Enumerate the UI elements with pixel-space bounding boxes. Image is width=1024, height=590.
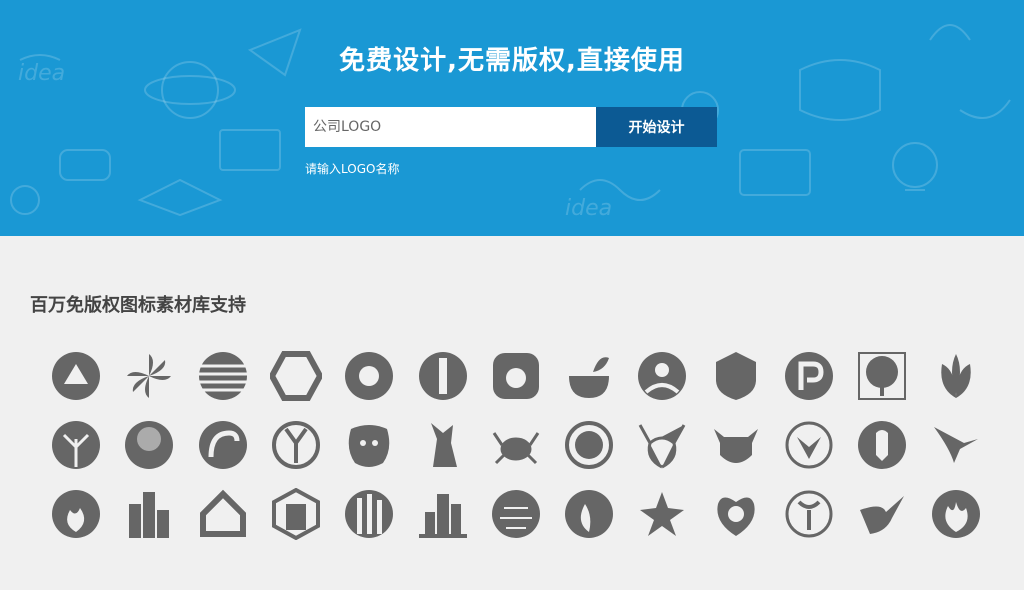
svg-text:idea: idea [565, 196, 612, 221]
lobster-circle-icon[interactable] [856, 419, 908, 471]
mortar-leaf-icon[interactable] [563, 350, 615, 402]
fork-circle-icon[interactable] [417, 350, 469, 402]
cow-head-icon[interactable] [710, 419, 762, 471]
logo-name-input[interactable] [305, 107, 596, 147]
geometric-deer-icon[interactable] [783, 419, 835, 471]
deer-circle-icon[interactable] [270, 419, 322, 471]
house-outline-icon[interactable] [197, 488, 249, 540]
eagle-icon[interactable] [930, 419, 982, 471]
striped-sphere-icon[interactable] [197, 350, 249, 402]
tree-square-icon[interactable] [856, 350, 908, 402]
crab-icon[interactable] [490, 419, 542, 471]
bird-circle-icon[interactable] [197, 419, 249, 471]
bear-box-icon[interactable] [490, 350, 542, 402]
heart-foot-icon[interactable] [710, 488, 762, 540]
lion-circle-icon[interactable] [563, 419, 615, 471]
letter-p-icon[interactable] [783, 350, 835, 402]
fox-icon[interactable] [50, 350, 102, 402]
deer-head-icon[interactable] [636, 419, 688, 471]
hero-title: 免费设计,无需版权,直接使用 [339, 46, 685, 76]
bird-flying-icon[interactable] [856, 488, 908, 540]
face-mosaic-icon[interactable] [490, 488, 542, 540]
hexagon-icon[interactable] [270, 350, 322, 402]
section-title: 百万免版权图标素材库支持 [30, 295, 246, 316]
lobster-outline-icon[interactable] [783, 488, 835, 540]
bear-face-icon[interactable] [343, 419, 395, 471]
pinwheel-icon[interactable] [123, 350, 175, 402]
lion-crest-icon[interactable] [710, 350, 762, 402]
star-figure-icon[interactable] [636, 488, 688, 540]
oak-circle-icon[interactable] [123, 419, 175, 471]
flame-circle-icon[interactable] [50, 488, 102, 540]
input-hint: 请输入LOGO名称 [305, 162, 400, 176]
leaves-icon[interactable] [930, 350, 982, 402]
phoenix-circle-icon[interactable] [563, 488, 615, 540]
aperture-icon[interactable] [343, 350, 395, 402]
building-circle-icon[interactable] [343, 488, 395, 540]
fox-sitting-icon[interactable] [417, 419, 469, 471]
hero-banner: idea idea 免费设计,无需版权,直接使用 开始设计 请输入LOGO名称 [0, 0, 1024, 236]
buildings-icon[interactable] [123, 488, 175, 540]
hexagon-building-icon[interactable] [270, 488, 322, 540]
city-skyline-icon[interactable] [417, 488, 469, 540]
tree-circle-icon[interactable] [50, 419, 102, 471]
flame-swirl-icon[interactable] [930, 488, 982, 540]
start-design-button[interactable]: 开始设计 [596, 107, 717, 147]
person-circle-icon[interactable] [636, 350, 688, 402]
